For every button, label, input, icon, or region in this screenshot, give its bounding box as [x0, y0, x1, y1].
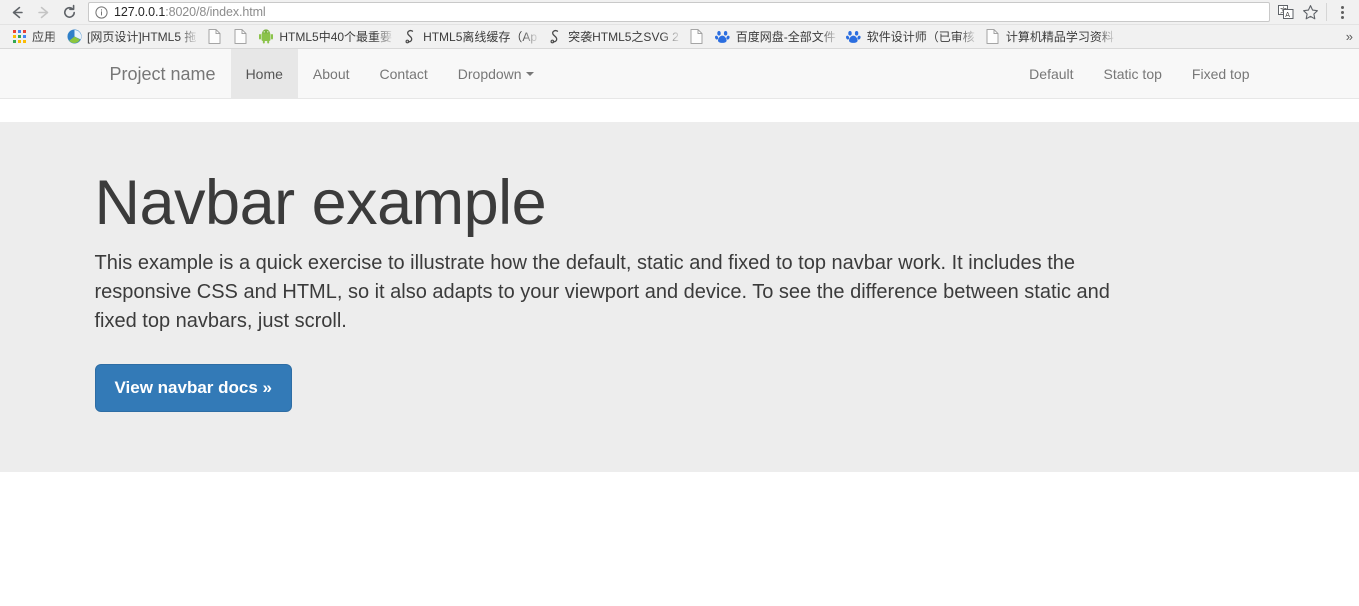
bookmark-item[interactable]: HTML5中40个最重要 — [253, 27, 397, 47]
nav-item-about[interactable]: About — [298, 49, 365, 98]
bookmark-item[interactable] — [227, 27, 253, 47]
bookmark-label: HTML5离线缓存（Ap — [423, 30, 538, 44]
nav-item-home[interactable]: Home — [230, 49, 298, 98]
nav-item-label: Dropdown — [457, 65, 522, 82]
baidu-icon — [846, 29, 862, 45]
bookmark-item[interactable]: 突袭HTML5之SVG 2 — [542, 27, 684, 47]
nav-item-label: Static top — [1103, 65, 1162, 82]
page-icon — [689, 29, 705, 45]
android-icon — [258, 29, 274, 45]
bookmark-apps[interactable]: 应用 — [6, 27, 61, 47]
nav-item-default[interactable]: Default — [1014, 49, 1088, 98]
svg-text:A: A — [1285, 12, 1290, 19]
bookmark-label: 突袭HTML5之SVG 2 — [568, 30, 679, 44]
bookmark-label: [网页设计]HTML5 拖 — [87, 30, 197, 44]
forward-icon[interactable] — [30, 1, 56, 23]
url-host: 127.0.0.1 — [114, 5, 166, 19]
bookmark-item[interactable]: 软件设计师（已审核 — [841, 27, 980, 47]
nav-item-label: Home — [245, 65, 283, 82]
site-navbar: Project name Home About Contact Dropdown… — [0, 49, 1359, 99]
bookmark-item[interactable]: [网页设计]HTML5 拖 — [61, 27, 201, 47]
page-description: This example is a quick exercise to illu… — [94, 252, 1110, 333]
info-circle-icon[interactable] — [95, 5, 108, 19]
address-bar[interactable]: 127.0.0.1:8020/8/index.html — [88, 2, 1270, 22]
page-icon — [985, 29, 1001, 45]
page-icon — [232, 29, 248, 45]
nav-item-fixed-top[interactable]: Fixed top — [1177, 49, 1265, 98]
colored-site-icon — [66, 29, 82, 45]
translate-icon[interactable]: 文 A — [1274, 1, 1298, 23]
jumbotron-wrapper: Navbar example This example is a quick e… — [0, 99, 1359, 473]
bookmark-label: 应用 — [32, 30, 57, 44]
jumbotron: Navbar example This example is a quick e… — [0, 122, 1359, 473]
bookmark-item[interactable] — [684, 27, 710, 47]
baidu-icon — [715, 29, 731, 45]
page-title: Navbar example — [94, 168, 547, 238]
reload-icon[interactable] — [56, 1, 82, 23]
view-navbar-docs-button[interactable]: View navbar docs » — [94, 364, 292, 413]
bookmark-label: 计算机精品学习资料 — [1005, 30, 1114, 44]
nav-item-label: Default — [1029, 65, 1074, 82]
bookmark-label: 百度网盘-全部文件 — [735, 30, 836, 44]
nav-item-dropdown[interactable]: Dropdown — [443, 49, 549, 98]
browser-toolbar: 127.0.0.1:8020/8/index.html 文 A — [0, 0, 1359, 25]
star-icon[interactable] — [1298, 1, 1322, 23]
url-path: :8020/8/index.html — [165, 5, 266, 19]
page-content: Project name Home About Contact Dropdown… — [0, 49, 1359, 605]
nav-item-static-top[interactable]: Static top — [1089, 49, 1177, 98]
bookmarks-overflow-button[interactable]: » — [1346, 25, 1353, 48]
back-icon[interactable] — [4, 1, 30, 23]
url-text: 127.0.0.1:8020/8/index.html — [114, 5, 266, 19]
bookmark-item[interactable]: 计算机精品学习资料 — [980, 27, 1119, 47]
toolbar-divider — [1326, 3, 1327, 21]
anchor-icon — [402, 29, 418, 45]
nav-item-label: About — [312, 65, 350, 82]
nav-item-contact[interactable]: Contact — [365, 49, 443, 98]
three-dot-menu-icon[interactable] — [1331, 1, 1353, 23]
bookmarks-bar: 应用 [网页设计]HTML5 拖 HTML5中40个最重要 HTML5离线缓存（… — [0, 25, 1359, 49]
navbar-brand[interactable]: Project name — [95, 49, 231, 98]
bookmark-item[interactable] — [201, 27, 227, 47]
bookmark-label: HTML5中40个最重要 — [279, 30, 393, 44]
nav-item-label: Fixed top — [1191, 65, 1250, 82]
nav-item-label: Contact — [379, 65, 428, 82]
bookmark-item[interactable]: HTML5离线缓存（Ap — [397, 27, 542, 47]
chevron-down-icon — [525, 71, 534, 76]
page-icon — [206, 29, 222, 45]
anchor-icon — [547, 29, 563, 45]
bookmark-label: 软件设计师（已审核 — [866, 30, 975, 44]
apps-grid-icon — [11, 29, 27, 45]
bookmark-item[interactable]: 百度网盘-全部文件 — [710, 27, 841, 47]
